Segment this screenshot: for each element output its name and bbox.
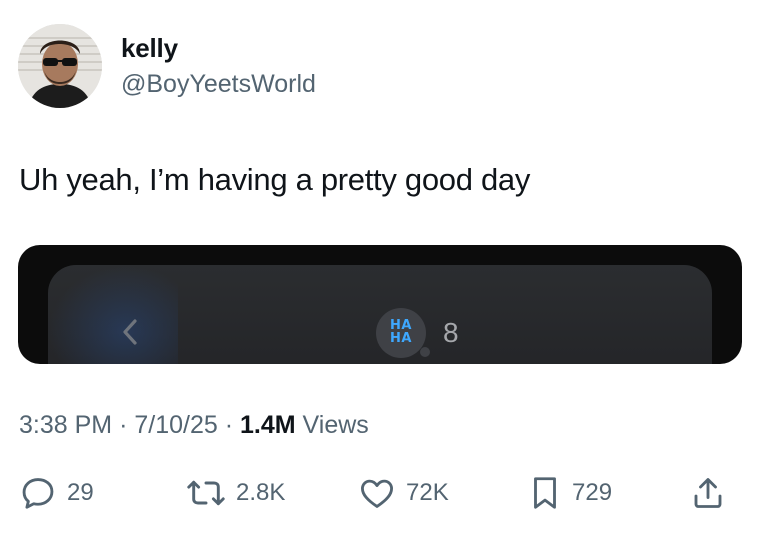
tweet-date[interactable]: 7/10/25: [134, 411, 217, 439]
tweet-text: Uh yeah, I’m having a pretty good day: [19, 162, 531, 197]
avatar[interactable]: [18, 24, 102, 108]
retweet-button[interactable]: 2.8K: [186, 470, 285, 516]
haha-text-line-2: HA: [390, 331, 412, 346]
retweet-icon: [186, 474, 226, 512]
bookmark-icon: [528, 474, 562, 512]
meta-separator: ·: [119, 411, 128, 439]
tweet-meta: 3:38 PM · 7/10/25 · 1.4M Views: [19, 411, 369, 440]
views-label: Views: [302, 411, 369, 439]
share-button[interactable]: [690, 470, 726, 516]
reaction-count: 8: [443, 317, 459, 348]
tweet-media[interactable]: HA HA 8: [18, 245, 742, 364]
like-count: 72K: [406, 479, 449, 506]
meta-separator: ·: [224, 411, 234, 439]
retweet-count: 2.8K: [236, 479, 286, 506]
like-button[interactable]: 72K: [358, 470, 449, 516]
heart-icon: [358, 474, 396, 512]
action-bar: 29 2.8K 72K 729: [0, 470, 760, 516]
reaction-bubble-tail: [420, 347, 430, 357]
views-count: 1.4M: [240, 411, 296, 439]
tweet-time[interactable]: 3:38 PM: [19, 411, 112, 439]
author-handle[interactable]: @BoyYeetsWorld: [121, 70, 316, 99]
bookmark-button[interactable]: 729: [528, 470, 612, 516]
bookmark-count: 729: [572, 479, 613, 506]
haha-reaction-icon: HA HA: [376, 308, 426, 358]
author-name[interactable]: kelly: [121, 33, 178, 64]
share-icon: [690, 474, 726, 512]
media-screenshot: HA HA 8: [48, 265, 712, 364]
reply-button[interactable]: 29: [19, 470, 94, 516]
reply-icon: [19, 474, 57, 512]
chevron-left-icon: [120, 317, 140, 352]
reply-count: 29: [67, 479, 94, 506]
